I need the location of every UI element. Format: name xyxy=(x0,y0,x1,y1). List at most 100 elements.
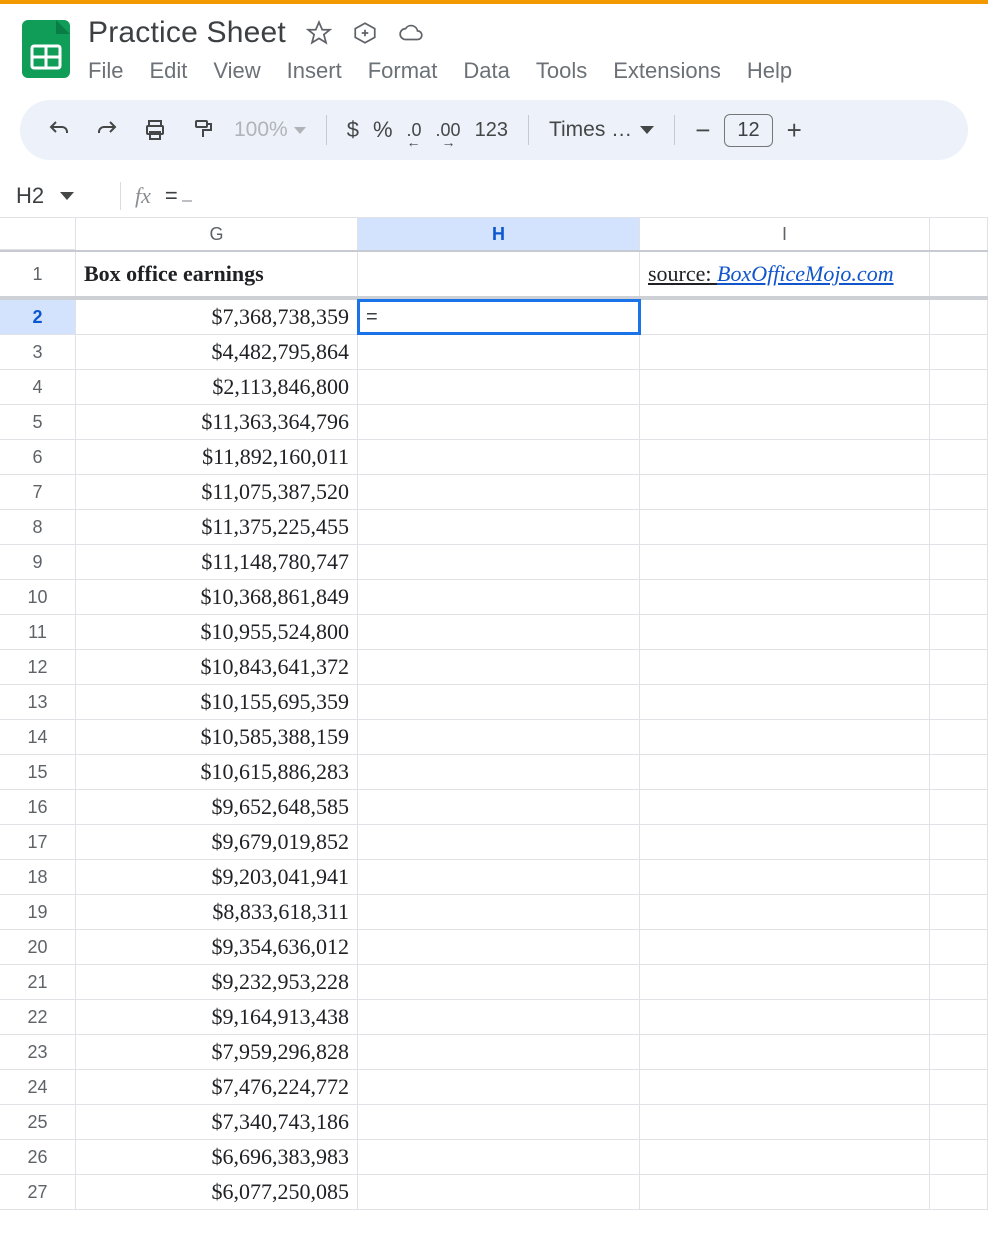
cell-h26[interactable] xyxy=(358,1140,640,1174)
cell-i1[interactable]: source: BoxOfficeMojo.com xyxy=(640,252,930,296)
decrease-decimals-button[interactable]: .0← xyxy=(407,113,422,147)
cell-j27[interactable] xyxy=(930,1175,988,1209)
cell-h2[interactable]: = xyxy=(358,300,640,334)
menu-edit[interactable]: Edit xyxy=(149,56,187,86)
cell-h4[interactable] xyxy=(358,370,640,404)
cell-i23[interactable] xyxy=(640,1035,930,1069)
cell-h13[interactable] xyxy=(358,685,640,719)
cell-j26[interactable] xyxy=(930,1140,988,1174)
cell-g6[interactable]: $11,892,160,011 xyxy=(76,440,358,474)
row-header[interactable]: 19 xyxy=(0,895,76,929)
move-folder-icon[interactable] xyxy=(352,20,378,46)
row-header[interactable]: 21 xyxy=(0,965,76,999)
redo-button[interactable] xyxy=(90,113,124,147)
row-header[interactable]: 5 xyxy=(0,405,76,439)
cell-g21[interactable]: $9,232,953,228 xyxy=(76,965,358,999)
cell-i25[interactable] xyxy=(640,1105,930,1139)
name-box[interactable]: H2 xyxy=(16,183,106,209)
cell-j24[interactable] xyxy=(930,1070,988,1104)
row-header[interactable]: 12 xyxy=(0,650,76,684)
menu-file[interactable]: File xyxy=(88,56,123,86)
cell-i9[interactable] xyxy=(640,545,930,579)
paint-format-button[interactable] xyxy=(186,113,220,147)
cell-j12[interactable] xyxy=(930,650,988,684)
cell-i14[interactable] xyxy=(640,720,930,754)
cell-g18[interactable]: $9,203,041,941 xyxy=(76,860,358,894)
cell-j4[interactable] xyxy=(930,370,988,404)
format-percent-button[interactable]: % xyxy=(373,113,393,147)
column-header-h[interactable]: H xyxy=(358,218,640,250)
cell-i5[interactable] xyxy=(640,405,930,439)
cell-j9[interactable] xyxy=(930,545,988,579)
column-header-next[interactable] xyxy=(930,218,988,250)
cell-h5[interactable] xyxy=(358,405,640,439)
menu-format[interactable]: Format xyxy=(368,56,438,86)
cell-h1[interactable] xyxy=(358,252,640,296)
format-currency-button[interactable]: $ xyxy=(347,113,359,147)
cell-j17[interactable] xyxy=(930,825,988,859)
cell-j11[interactable] xyxy=(930,615,988,649)
row-header[interactable]: 22 xyxy=(0,1000,76,1034)
cell-i22[interactable] xyxy=(640,1000,930,1034)
font-size-input[interactable]: 12 xyxy=(724,114,772,147)
cell-i24[interactable] xyxy=(640,1070,930,1104)
column-header-i[interactable]: I xyxy=(640,218,930,250)
cell-j19[interactable] xyxy=(930,895,988,929)
print-button[interactable] xyxy=(138,113,172,147)
cell-i16[interactable] xyxy=(640,790,930,824)
cell-h22[interactable] xyxy=(358,1000,640,1034)
cell-g15[interactable]: $10,615,886,283 xyxy=(76,755,358,789)
cell-g2[interactable]: $7,368,738,359 xyxy=(76,300,358,334)
cell-g17[interactable]: $9,679,019,852 xyxy=(76,825,358,859)
cell-g1[interactable]: Box office earnings xyxy=(76,252,358,296)
cell-j23[interactable] xyxy=(930,1035,988,1069)
row-header[interactable]: 17 xyxy=(0,825,76,859)
row-header[interactable]: 24 xyxy=(0,1070,76,1104)
menu-extensions[interactable]: Extensions xyxy=(613,56,721,86)
row-header[interactable]: 18 xyxy=(0,860,76,894)
row-header[interactable]: 11 xyxy=(0,615,76,649)
star-icon[interactable] xyxy=(306,20,332,46)
row-header[interactable]: 23 xyxy=(0,1035,76,1069)
cell-g23[interactable]: $7,959,296,828 xyxy=(76,1035,358,1069)
menu-view[interactable]: View xyxy=(213,56,260,86)
undo-button[interactable] xyxy=(42,113,76,147)
cell-h21[interactable] xyxy=(358,965,640,999)
cell-i18[interactable] xyxy=(640,860,930,894)
column-header-g[interactable]: G xyxy=(76,218,358,250)
cell-h27[interactable] xyxy=(358,1175,640,1209)
zoom-select[interactable]: 100% xyxy=(234,118,306,142)
cell-j6[interactable] xyxy=(930,440,988,474)
cell-i13[interactable] xyxy=(640,685,930,719)
cell-i11[interactable] xyxy=(640,615,930,649)
cell-h16[interactable] xyxy=(358,790,640,824)
more-formats-button[interactable]: 123 xyxy=(475,113,508,147)
cell-i8[interactable] xyxy=(640,510,930,544)
cell-g11[interactable]: $10,955,524,800 xyxy=(76,615,358,649)
cell-j7[interactable] xyxy=(930,475,988,509)
cell-i4[interactable] xyxy=(640,370,930,404)
cell-g7[interactable]: $11,075,387,520 xyxy=(76,475,358,509)
cell-j1[interactable] xyxy=(930,252,988,296)
cell-h20[interactable] xyxy=(358,930,640,964)
cell-h25[interactable] xyxy=(358,1105,640,1139)
cell-j21[interactable] xyxy=(930,965,988,999)
row-header[interactable]: 25 xyxy=(0,1105,76,1139)
cell-j2[interactable] xyxy=(930,300,988,334)
cell-i19[interactable] xyxy=(640,895,930,929)
menu-help[interactable]: Help xyxy=(747,56,792,86)
cell-g5[interactable]: $11,363,364,796 xyxy=(76,405,358,439)
cell-h12[interactable] xyxy=(358,650,640,684)
cell-g19[interactable]: $8,833,618,311 xyxy=(76,895,358,929)
cell-h19[interactable] xyxy=(358,895,640,929)
cell-g16[interactable]: $9,652,648,585 xyxy=(76,790,358,824)
row-header[interactable]: 15 xyxy=(0,755,76,789)
row-header[interactable]: 27 xyxy=(0,1175,76,1209)
row-header[interactable]: 14 xyxy=(0,720,76,754)
cell-g20[interactable]: $9,354,636,012 xyxy=(76,930,358,964)
row-header[interactable]: 16 xyxy=(0,790,76,824)
cell-j10[interactable] xyxy=(930,580,988,614)
menu-insert[interactable]: Insert xyxy=(287,56,342,86)
row-header[interactable]: 26 xyxy=(0,1140,76,1174)
cell-h7[interactable] xyxy=(358,475,640,509)
